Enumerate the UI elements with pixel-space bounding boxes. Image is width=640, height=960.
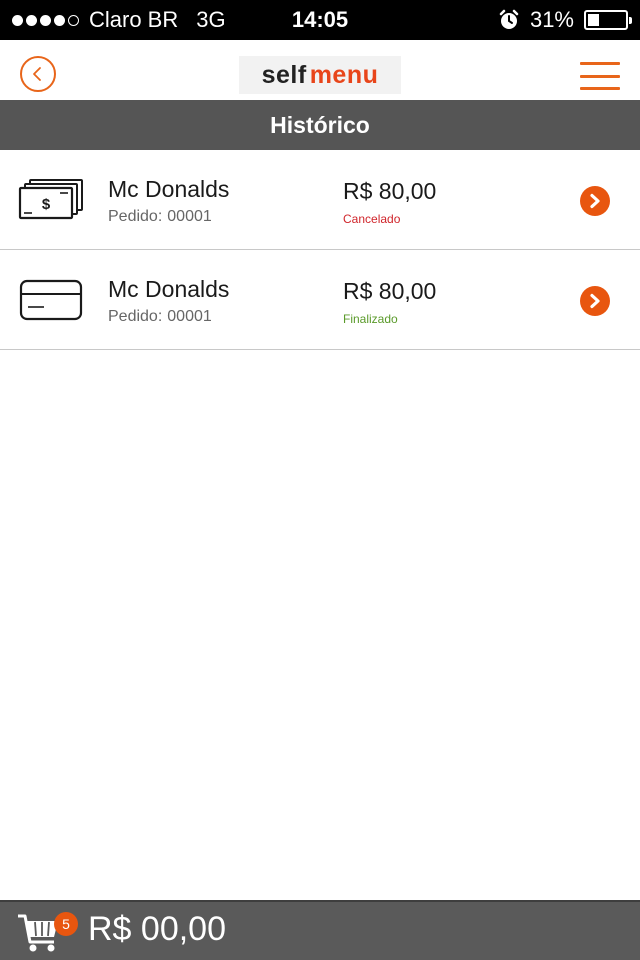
hamburger-line [580,74,620,78]
order-row[interactable]: Mc Donalds Pedido: 00001 R$ 80,00 Finaliz… [0,250,640,350]
logo-menu-text: menu [309,60,379,89]
order-number-value: 00001 [167,308,212,325]
order-number: Pedido: 00001 [108,208,212,226]
cash-icon: $ [18,179,83,220]
cart-count-badge: 5 [54,912,78,936]
order-price: R$ 80,00 [343,278,437,304]
alarm-clock-icon [499,9,519,29]
credit-card-icon [19,279,83,321]
cart-bar[interactable]: 5 R$ 00,00 [0,900,640,960]
order-status: Cancelado [343,212,401,226]
order-detail-button[interactable] [580,286,610,316]
order-number-label: Pedido: [108,208,163,225]
cart-button[interactable]: 5 [16,908,78,956]
hamburger-line [580,62,620,65]
svg-text:$: $ [42,196,51,213]
back-button[interactable] [20,56,56,92]
app-logo: self menu [239,56,401,94]
order-row[interactable]: $ Mc Donalds Pedido: 00001 R$ 80,00 Cance… [0,150,640,250]
status-bar: Claro BR 3G 14:05 31% [0,0,640,40]
chevron-right-icon [590,193,600,209]
logo-self-text: self [261,60,307,89]
order-status: Finalizado [343,312,398,326]
order-number-label: Pedido: [108,308,163,325]
chevron-left-icon [33,67,41,81]
merchant-name: Mc Donalds [108,176,230,202]
status-bar-right: 31% [498,0,632,40]
navigation-bar: self menu [0,40,640,100]
order-number: Pedido: 00001 [108,308,212,326]
cart-total: R$ 00,00 [88,910,226,948]
page-title: Histórico [0,100,640,150]
shopping-cart-icon [18,914,58,952]
battery-icon [584,10,632,30]
hamburger-line [580,87,620,90]
order-price: R$ 80,00 [343,178,437,204]
battery-fill [588,14,600,26]
merchant-name: Mc Donalds [108,276,230,302]
battery-percent: 31% [529,7,574,32]
order-history-list: $ Mc Donalds Pedido: 00001 R$ 80,00 Cance… [0,150,640,350]
chevron-right-icon [590,293,600,309]
order-detail-button[interactable] [580,186,610,216]
hamburger-menu-button[interactable] [580,62,620,90]
order-number-value: 00001 [167,208,212,225]
